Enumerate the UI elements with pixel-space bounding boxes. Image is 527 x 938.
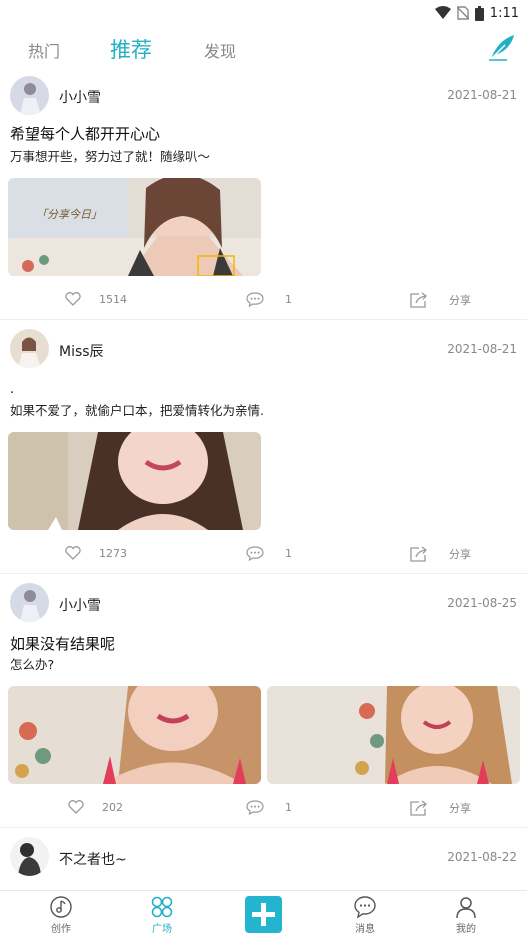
post-header: Miss辰 2021-08-21 xyxy=(0,320,527,376)
post-header: 小小雪 2021-08-25 xyxy=(0,574,527,630)
post-card[interactable]: 不之者也~ 2021-08-22 xyxy=(0,828,527,890)
post-card[interactable]: 小小雪 2021-08-21 希望每个人都开开心心 万事想开些，努力过了就！随缘… xyxy=(0,72,527,320)
post-image[interactable] xyxy=(8,432,261,530)
image-caption: 「分享今日」 xyxy=(36,208,102,221)
share-label: 分享 xyxy=(449,294,471,307)
share-label: 分享 xyxy=(449,802,471,815)
share-icon xyxy=(410,546,427,562)
nav-label: 消息 xyxy=(355,924,375,935)
post-title: . xyxy=(10,382,15,397)
status-bar: 1:11 xyxy=(0,0,527,26)
heart-icon xyxy=(68,800,84,814)
post-images xyxy=(0,432,527,530)
username[interactable]: Miss辰 xyxy=(59,341,104,361)
post-header: 小小雪 2021-08-21 xyxy=(0,72,527,118)
nav-label: 广场 xyxy=(152,924,172,935)
comment-icon xyxy=(246,800,264,815)
like-count: 202 xyxy=(102,800,123,814)
share-button[interactable]: 分享 xyxy=(410,546,471,562)
comment-icon xyxy=(246,546,264,561)
avatar[interactable] xyxy=(10,329,49,368)
like-count: 1273 xyxy=(99,546,127,560)
comment-count: 1 xyxy=(285,801,292,814)
post-text: 万事想开些，努力过了就！随缘叭～ xyxy=(10,149,211,164)
post-card[interactable]: Miss辰 2021-08-21 . 如果不爱了，就偷户口本，把爱情转化为亲情. xyxy=(0,320,527,574)
comment-button[interactable]: 1 xyxy=(246,546,292,561)
share-icon xyxy=(410,800,427,816)
plus-icon xyxy=(252,903,275,926)
tab-recommend[interactable]: 推荐 xyxy=(110,34,152,64)
share-button[interactable]: 分享 xyxy=(410,800,471,816)
profile-icon xyxy=(456,897,476,919)
feed[interactable]: 小小雪 2021-08-21 希望每个人都开开心心 万事想开些，努力过了就！随缘… xyxy=(0,72,527,890)
bottom-nav: 创作 广场 消息 我的 xyxy=(0,890,527,938)
post-title: 希望每个人都开开心心 xyxy=(10,125,161,143)
comment-count: 1 xyxy=(285,547,292,560)
like-button[interactable]: 1273 xyxy=(65,546,127,560)
tab-discover[interactable]: 发现 xyxy=(204,38,236,62)
wifi-icon xyxy=(434,6,451,19)
like-count: 1514 xyxy=(99,292,127,306)
clover-icon xyxy=(151,896,173,918)
nav-messages[interactable]: 消息 xyxy=(335,891,395,938)
nav-label: 我的 xyxy=(456,924,476,935)
post-card[interactable]: 小小雪 2021-08-25 如果没有结果呢 怎么办? 202 1 分享 xyxy=(0,574,527,828)
nav-profile[interactable]: 我的 xyxy=(436,891,496,938)
post-title: 如果没有结果呢 xyxy=(10,635,116,653)
post-image[interactable] xyxy=(267,686,520,784)
heart-icon xyxy=(65,546,81,560)
like-button[interactable]: 202 xyxy=(68,800,123,814)
comment-count: 1 xyxy=(285,293,292,306)
nav-create[interactable]: 创作 xyxy=(31,891,91,938)
share-button[interactable]: 分享 xyxy=(410,292,471,308)
post-actions: 202 1 分享 xyxy=(0,784,527,834)
comment-button[interactable]: 1 xyxy=(246,800,292,815)
post-actions: 1273 1 分享 xyxy=(0,530,527,580)
username[interactable]: 小小雪 xyxy=(59,87,101,107)
avatar[interactable] xyxy=(10,76,49,115)
tab-hot[interactable]: 热门 xyxy=(28,38,60,62)
music-note-icon xyxy=(50,896,72,918)
post-text: 如果不爱了，就偷户口本，把爱情转化为亲情. xyxy=(10,403,264,418)
no-sim-icon xyxy=(456,6,469,20)
like-button[interactable]: 1514 xyxy=(65,292,127,306)
avatar[interactable] xyxy=(10,837,49,876)
battery-icon xyxy=(474,5,484,21)
post-actions: 1514 1 分享 xyxy=(0,276,527,326)
comment-button[interactable]: 1 xyxy=(246,292,292,307)
avatar[interactable] xyxy=(10,583,49,622)
share-icon xyxy=(410,292,427,308)
post-image[interactable]: 「分享今日」 xyxy=(8,178,261,276)
nav-square[interactable]: 广场 xyxy=(132,891,192,938)
heart-icon xyxy=(65,292,81,306)
post-date: 2021-08-21 xyxy=(447,342,517,356)
post-date: 2021-08-21 xyxy=(447,88,517,102)
post-images: 「分享今日」 xyxy=(0,178,527,276)
username[interactable]: 小小雪 xyxy=(59,595,101,615)
comment-icon xyxy=(246,292,264,307)
message-icon xyxy=(354,896,376,919)
add-post-button[interactable] xyxy=(245,896,282,933)
nav-label: 创作 xyxy=(51,924,71,935)
post-date: 2021-08-25 xyxy=(447,596,517,610)
post-image[interactable] xyxy=(8,686,261,784)
username[interactable]: 不之者也~ xyxy=(59,849,127,869)
post-images xyxy=(0,686,527,784)
share-label: 分享 xyxy=(449,548,471,561)
feather-icon[interactable] xyxy=(487,32,517,62)
top-tab-bar: 热门 推荐 发现 xyxy=(0,26,527,70)
post-header: 不之者也~ 2021-08-22 xyxy=(0,828,527,884)
post-text: 怎么办? xyxy=(10,657,55,672)
post-date: 2021-08-22 xyxy=(447,850,517,864)
status-time: 1:11 xyxy=(489,5,519,21)
